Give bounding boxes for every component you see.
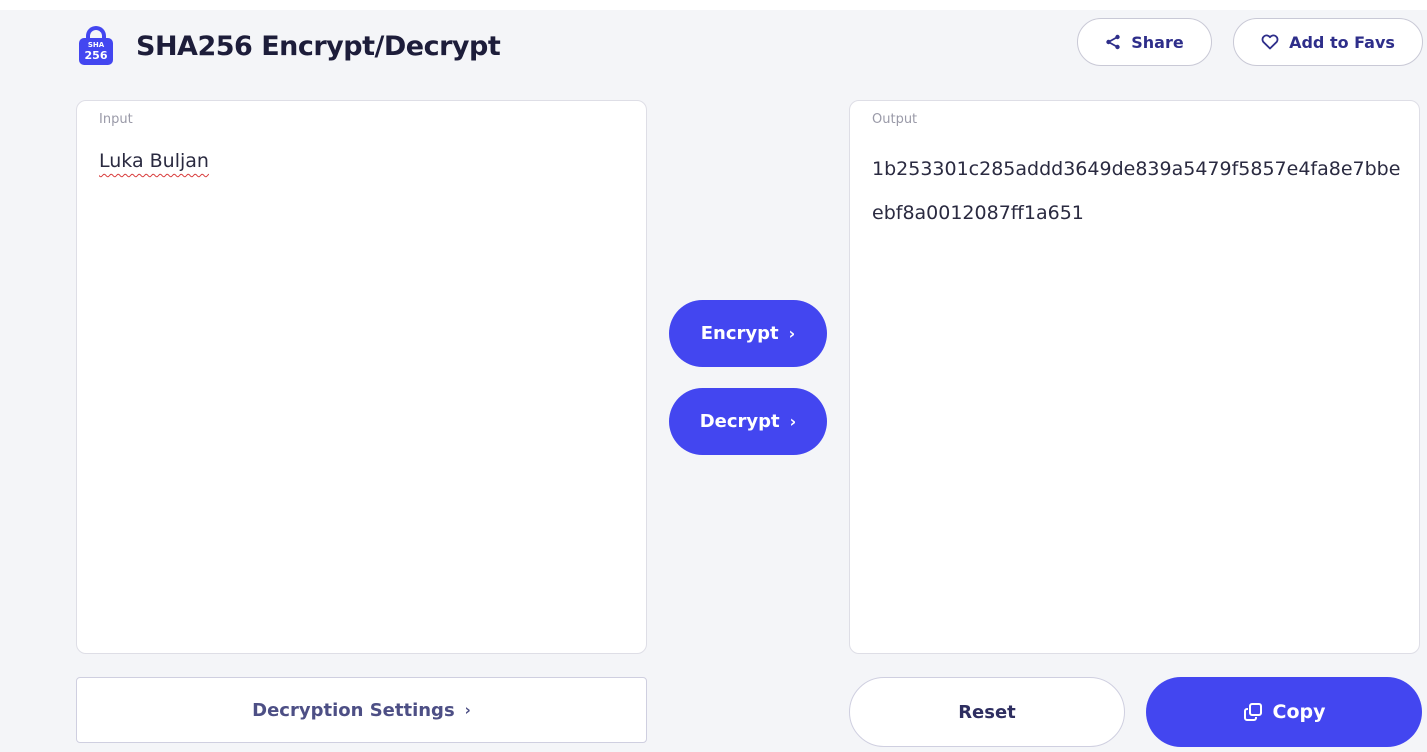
share-icon [1105, 34, 1121, 50]
decrypt-label: Decrypt [699, 411, 780, 432]
reset-button[interactable]: Reset [849, 677, 1125, 747]
chevron-right-icon: › [789, 412, 797, 431]
heart-icon [1261, 34, 1279, 50]
encrypt-button[interactable]: Encrypt › [669, 300, 827, 367]
decryption-settings-button[interactable]: Decryption Settings › [76, 677, 647, 743]
copy-button[interactable]: Copy [1146, 677, 1422, 747]
input-textarea[interactable]: Luka Buljan [99, 147, 628, 175]
chevron-right-icon: › [464, 701, 471, 719]
reset-label: Reset [958, 701, 1016, 723]
decrypt-button[interactable]: Decrypt › [669, 388, 827, 455]
lock-icon: SHA 256 [78, 26, 116, 66]
output-panel[interactable]: Output 1b253301c285addd3649de839a5479f58… [849, 100, 1420, 654]
input-panel[interactable]: Input Luka Buljan [76, 100, 647, 654]
logo-text-top: SHA [87, 41, 105, 49]
page-header: SHA 256 SHA256 Encrypt/Decrypt [78, 24, 501, 68]
add-to-favs-button[interactable]: Add to Favs [1233, 18, 1423, 66]
copy-icon [1243, 702, 1263, 722]
output-label: Output [872, 112, 918, 127]
chevron-right-icon: › [788, 324, 796, 343]
logo-text-bottom: 256 [84, 49, 108, 62]
decryption-settings-label: Decryption Settings [252, 699, 455, 721]
top-strip [0, 0, 1427, 10]
add-to-favs-label: Add to Favs [1289, 32, 1395, 52]
page-title: SHA256 Encrypt/Decrypt [136, 30, 501, 62]
encrypt-label: Encrypt [700, 323, 779, 344]
input-label: Input [99, 112, 133, 127]
copy-label: Copy [1272, 701, 1326, 723]
output-textarea[interactable]: 1b253301c285addd3649de839a5479f5857e4fa8… [872, 147, 1401, 235]
share-button[interactable]: Share [1077, 18, 1212, 66]
share-label: Share [1131, 32, 1184, 52]
